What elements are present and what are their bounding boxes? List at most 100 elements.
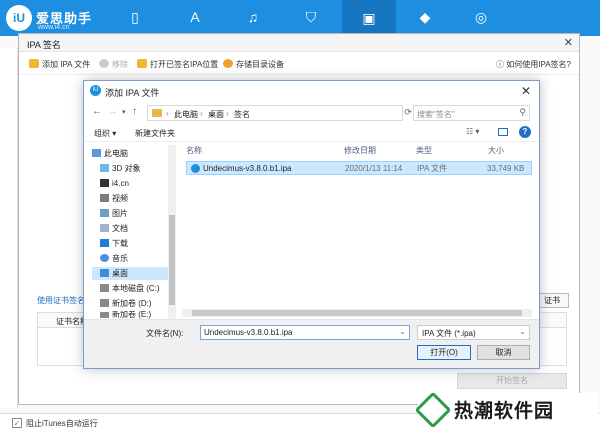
- add-ipa-button[interactable]: 添加 IPA 文件: [29, 59, 90, 70]
- scroll-thumb[interactable]: [192, 310, 522, 316]
- column-type[interactable]: 类型: [416, 145, 432, 156]
- back-arrow-icon[interactable]: ←: [92, 106, 102, 117]
- column-date[interactable]: 修改日期: [344, 145, 376, 156]
- filetype-value: IPA 文件 (*.ipa): [422, 329, 476, 338]
- compass-icon[interactable]: ◎: [472, 8, 490, 26]
- nav-item-label: 新加卷 (E:): [112, 311, 152, 319]
- breadcrumb-separator: ›: [200, 109, 203, 118]
- address-bar[interactable]: › 此电脑 › 桌面 › 签名 ⌄: [147, 105, 427, 121]
- drive-icon: [100, 312, 109, 318]
- open-button[interactable]: 打开(O): [417, 345, 471, 360]
- cancel-button[interactable]: 取消: [477, 345, 530, 360]
- nav-item-3d[interactable]: 3D 对象: [92, 162, 174, 175]
- drive-icon: [100, 299, 109, 307]
- remove-label: 移除: [112, 60, 128, 69]
- add-file-icon: [29, 59, 39, 68]
- nav-item-desktop[interactable]: 桌面: [92, 267, 174, 280]
- breadcrumb-separator: ›: [226, 109, 229, 118]
- filename-input[interactable]: Undecimus-v3.8.0.b1.ipa ⌄: [200, 325, 410, 340]
- filename-value: Undecimus-v3.8.0.b1.ipa: [204, 328, 293, 337]
- command-bar: 组织 ▾ 新建文件夹 ☷ ▾ ?: [84, 124, 539, 142]
- toolbox-icon[interactable]: ▣: [342, 0, 396, 36]
- pictures-icon: [100, 209, 109, 217]
- view-options-icon[interactable]: ☷ ▾: [466, 127, 479, 136]
- organize-button[interactable]: 组织 ▾: [94, 128, 116, 139]
- itunes-checkbox[interactable]: ✓: [12, 418, 22, 428]
- video-icon: [100, 194, 109, 202]
- help-link[interactable]: ⓘ 如何使用IPA签名?: [496, 59, 571, 70]
- nav-item-drive-c[interactable]: 本地磁盘 (C:): [92, 282, 174, 295]
- top-bar: iU 爱思助手 www.i4.cn ▯ A ♫ ⛉ ▣ ◆ ◎: [0, 0, 600, 36]
- remove-button[interactable]: 移除: [99, 59, 128, 70]
- nav-item-documents[interactable]: 文档: [92, 222, 174, 235]
- search-input[interactable]: 搜索"签名" ⚲: [413, 105, 530, 121]
- address-row: ← → ▾ ↑ › 此电脑 › 桌面 › 签名 ⌄ ⟳ 搜索"签名" ⚲: [84, 103, 539, 123]
- music-icon[interactable]: ♫: [244, 8, 262, 26]
- ringtone-icon[interactable]: ⛉: [302, 8, 320, 26]
- open-signed-folder-button[interactable]: 打开已签名IPA位置: [137, 59, 218, 70]
- scroll-thumb[interactable]: [169, 215, 175, 305]
- desktop-icon: [100, 269, 109, 277]
- file-row[interactable]: Undecimus-v3.8.0.b1.ipa 2020/1/13 11:14 …: [186, 161, 532, 175]
- phone-icon[interactable]: ▯: [126, 8, 144, 26]
- nav-item-i4[interactable]: i4.cn: [92, 177, 174, 190]
- documents-icon: [100, 224, 109, 232]
- file-type: IPA 文件: [417, 164, 448, 173]
- column-name[interactable]: 名称: [186, 145, 202, 156]
- preview-pane-icon[interactable]: [498, 128, 508, 136]
- tutorial-icon[interactable]: ◆: [416, 8, 434, 26]
- dialog-title: 添加 IPA 文件: [105, 88, 160, 98]
- nav-item-drive-d[interactable]: 新加卷 (D:): [92, 297, 174, 310]
- nav-item-pc[interactable]: 此电脑: [92, 147, 174, 160]
- breadcrumb-desktop[interactable]: 桌面: [208, 109, 224, 120]
- nav-item-video[interactable]: 视频: [92, 192, 174, 205]
- pc-icon: [92, 149, 101, 157]
- add-ipa-dialog: iU 添加 IPA 文件 ✕ ← → ▾ ↑ › 此电脑 › 桌面 › 签名 ⌄…: [83, 80, 540, 369]
- up-arrow-icon[interactable]: ↑: [132, 106, 137, 117]
- nav-item-drive-e[interactable]: 新加卷 (E:): [92, 311, 174, 319]
- nav-item-label: i4.cn: [112, 179, 129, 188]
- column-size[interactable]: 大小: [488, 145, 504, 156]
- new-folder-button[interactable]: 新建文件夹: [135, 128, 175, 139]
- start-sign-button[interactable]: 开始签名: [457, 373, 567, 389]
- nav-item-pictures[interactable]: 图片: [92, 207, 174, 220]
- nav-item-label: 本地磁盘 (C:): [112, 284, 160, 293]
- app-store-icon[interactable]: A: [186, 8, 204, 26]
- remove-icon: [99, 59, 109, 68]
- app-logo-icon: iU: [90, 85, 101, 96]
- brand-url: www.i4.cn: [38, 24, 70, 31]
- nav-item-label: 此电脑: [104, 149, 128, 158]
- chevron-down-icon: ⌄: [519, 327, 526, 336]
- app-logo-icon: iU: [6, 5, 32, 31]
- nav-item-label: 下载: [112, 239, 128, 248]
- nav-scrollbar[interactable]: [168, 145, 176, 319]
- filetype-select[interactable]: IPA 文件 (*.ipa) ⌄: [417, 325, 530, 340]
- breadcrumb-sign[interactable]: 签名: [234, 109, 250, 120]
- horizontal-scrollbar[interactable]: [182, 309, 532, 317]
- cert-sign-link[interactable]: 使用证书签名: [37, 295, 85, 306]
- ipa-window-title: IPA 签名: [27, 40, 61, 50]
- forward-arrow-icon[interactable]: →: [108, 106, 118, 117]
- close-icon[interactable]: ✕: [521, 84, 531, 98]
- chevron-down-icon[interactable]: ▾: [122, 108, 126, 116]
- nav-item-music[interactable]: 音乐: [92, 252, 174, 265]
- storage-device-label: 存储目录设备: [236, 60, 284, 69]
- navigation-pane: 此电脑 3D 对象 i4.cn 视频 图片 文档 下载 音乐 桌面 本地磁盘 (…: [92, 145, 176, 319]
- drive-icon: [100, 284, 109, 292]
- file-date: 2020/1/13 11:14: [345, 164, 403, 173]
- nav-item-label: 新加卷 (D:): [112, 299, 152, 308]
- nav-item-label: 音乐: [112, 254, 128, 263]
- breadcrumb-pc[interactable]: 此电脑: [174, 109, 198, 120]
- file-name: Undecimus-v3.8.0.b1.ipa: [203, 164, 292, 173]
- storage-device-button[interactable]: 存储目录设备: [223, 59, 284, 70]
- dialog-titlebar: iU 添加 IPA 文件 ✕: [84, 81, 539, 101]
- chevron-down-icon[interactable]: ⌄: [399, 327, 406, 336]
- nav-item-downloads[interactable]: 下载: [92, 237, 174, 250]
- watermark-logo-icon: [414, 391, 452, 429]
- help-icon[interactable]: ?: [519, 126, 531, 138]
- itunes-label: 阻止iTunes自动运行: [26, 419, 98, 428]
- watermark-text: 热潮软件园: [454, 401, 555, 422]
- 3d-objects-icon: [100, 164, 109, 172]
- close-icon[interactable]: ✕: [564, 36, 573, 49]
- cert-button[interactable]: 证书: [535, 293, 569, 308]
